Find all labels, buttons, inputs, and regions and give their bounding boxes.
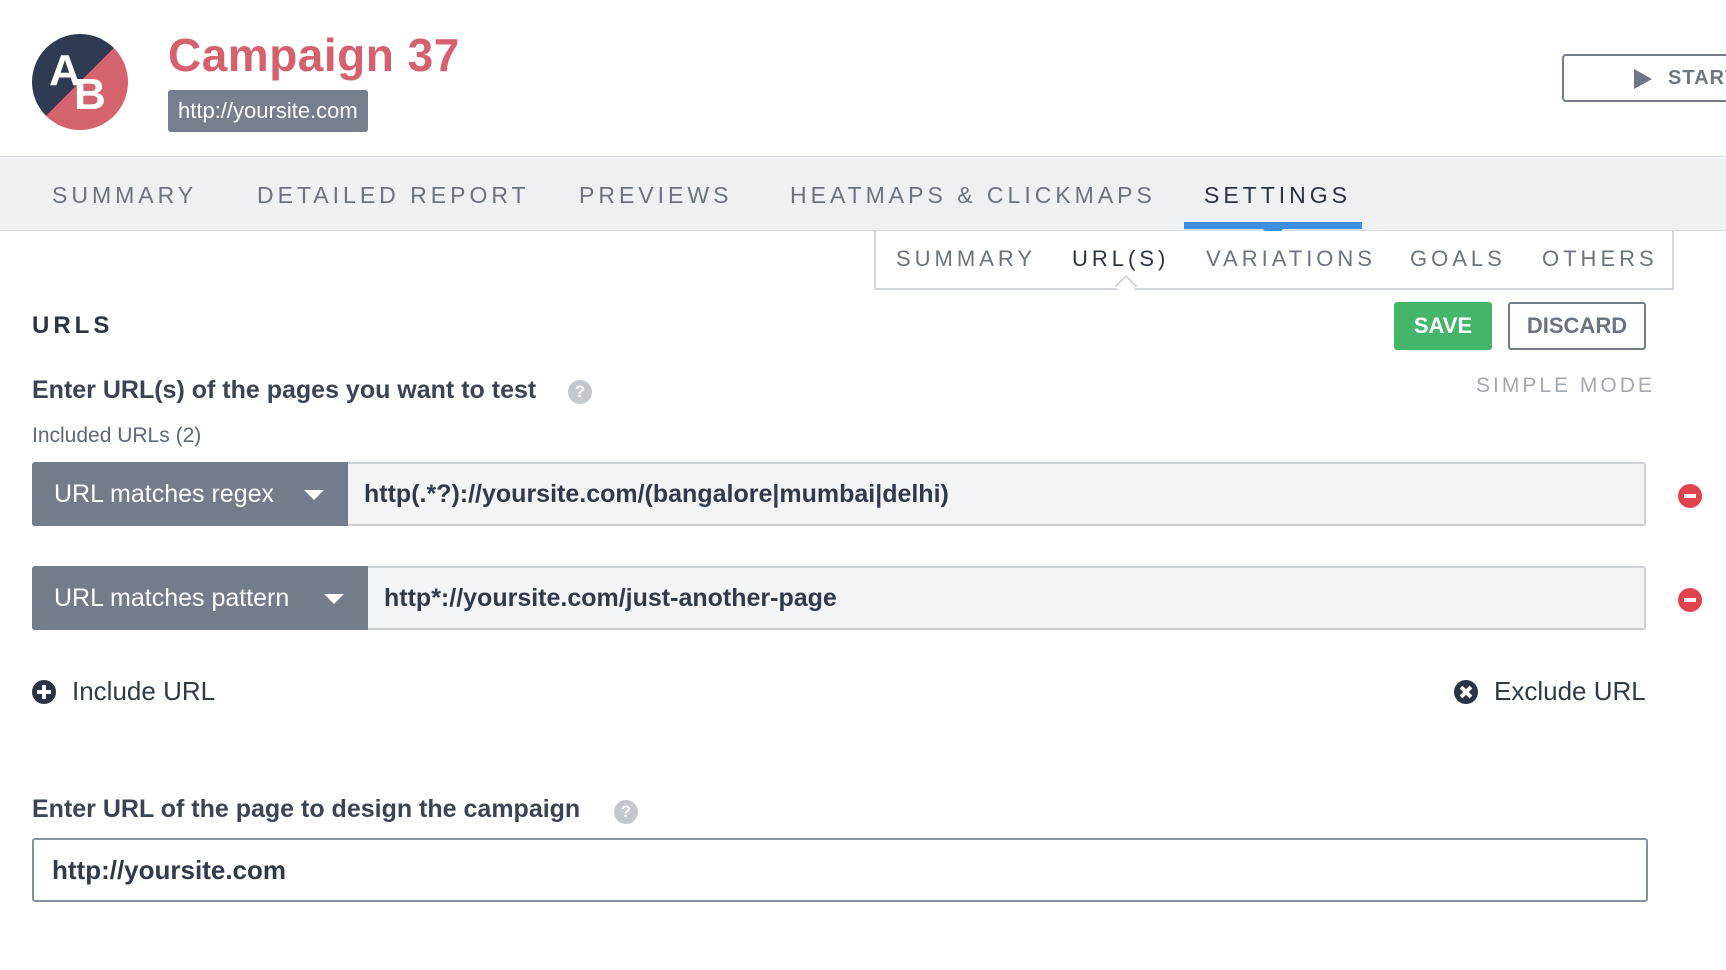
- tab-settings[interactable]: SETTINGS: [1204, 158, 1351, 231]
- start-button-label: START: [1668, 67, 1726, 89]
- url-rule-row: URL matches pattern http*://yoursite.com…: [32, 566, 1646, 630]
- subtab-others[interactable]: OTHERS: [1542, 231, 1658, 288]
- start-button[interactable]: START: [1562, 54, 1726, 102]
- play-icon: [1634, 69, 1652, 89]
- discard-button[interactable]: DISCARD: [1508, 302, 1646, 350]
- section-title: URLS: [32, 312, 114, 339]
- url-match-type-dropdown[interactable]: URL matches pattern: [32, 566, 368, 630]
- minus-circle-icon[interactable]: [1678, 484, 1702, 508]
- url-rule-input[interactable]: http(.*?)://yoursite.com/(bangalore|mumb…: [364, 464, 949, 524]
- subtab-variations[interactable]: VARIATIONS: [1206, 231, 1376, 288]
- design-url-input[interactable]: http://yoursite.com: [32, 838, 1648, 902]
- x-circle-icon: [1454, 680, 1478, 704]
- subtab-summary[interactable]: SUMMARY: [896, 231, 1036, 288]
- subtab-goals[interactable]: GOALS: [1410, 231, 1506, 288]
- exclude-url-button[interactable]: Exclude URL: [1454, 676, 1654, 708]
- url-rule-input[interactable]: http*://yoursite.com/just-another-page: [384, 568, 837, 628]
- caret-down-icon: [304, 490, 324, 500]
- settings-subtab-bar: SUMMARY URL(S) VARIATIONS GOALS OTHERS: [874, 231, 1674, 290]
- included-urls-count: Included URLs (2): [32, 424, 202, 447]
- url-match-type-label: URL matches regex: [54, 480, 274, 508]
- test-urls-label: Enter URL(s) of the pages you want to te…: [32, 376, 537, 404]
- exclude-url-label: Exclude URL: [1494, 676, 1646, 706]
- tab-heatmaps-clickmaps[interactable]: HEATMAPS & CLICKMAPS: [790, 158, 1156, 231]
- help-icon[interactable]: ?: [568, 380, 592, 404]
- tab-summary[interactable]: SUMMARY: [52, 158, 197, 231]
- logo-letter-b: B: [74, 70, 106, 119]
- url-rule-row: URL matches regex http(.*?)://yoursite.c…: [32, 462, 1646, 526]
- main-tab-bar: SUMMARY DETAILED REPORT PREVIEWS HEATMAP…: [0, 158, 1726, 239]
- url-match-type-label: URL matches pattern: [54, 584, 290, 612]
- save-button[interactable]: SAVE: [1394, 302, 1492, 350]
- minus-circle-icon[interactable]: [1678, 588, 1702, 612]
- tab-detailed-report[interactable]: DETAILED REPORT: [257, 158, 530, 231]
- tab-previews[interactable]: PREVIEWS: [579, 158, 732, 231]
- site-url-badge[interactable]: http://yoursite.com: [168, 90, 368, 132]
- design-url-label: Enter URL of the page to design the camp…: [32, 795, 581, 823]
- include-url-label: Include URL: [72, 676, 216, 706]
- ab-logo: A B: [32, 34, 128, 130]
- campaign-title: Campaign 37: [168, 29, 460, 81]
- plus-circle-icon: [32, 680, 56, 704]
- help-icon[interactable]: ?: [614, 800, 638, 824]
- campaign-header: A B Campaign 37 http://yoursite.com STAR…: [0, 0, 1726, 157]
- url-match-type-dropdown[interactable]: URL matches regex: [32, 462, 348, 526]
- caret-down-icon: [324, 594, 344, 604]
- simple-mode-link[interactable]: SIMPLE MODE: [1476, 374, 1655, 398]
